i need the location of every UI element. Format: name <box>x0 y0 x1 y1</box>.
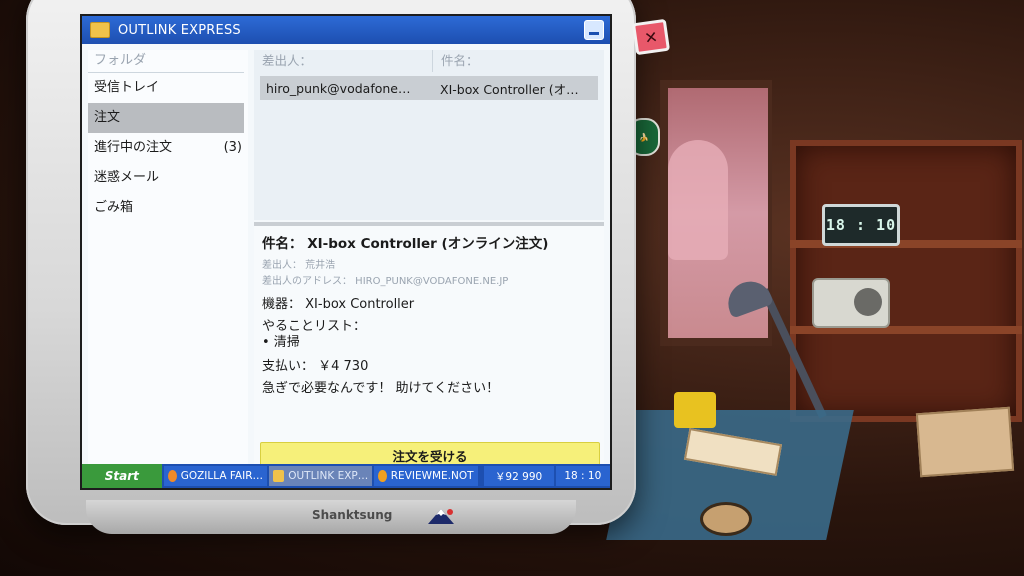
folder-sidebar: フォルダ 受信トレイ 注文 進行中の注文 (3) 迷惑メール ごみ箱 <box>88 50 248 464</box>
message-payment: 支払い： ￥4 730 <box>262 359 369 374</box>
message-todo-item: • 清掃 <box>262 335 300 350</box>
sidebar-item-count: (3) <box>223 140 242 155</box>
column-sender[interactable]: 差出人： <box>254 50 433 72</box>
window-title: OUTLINK EXPRESS <box>118 22 241 38</box>
task-gozilla[interactable]: GOZILLA FAIR… <box>163 466 267 486</box>
message-plea: 急ぎで必要なんです！ 助けてください！ <box>262 381 500 396</box>
message-address: 差出人のアドレス： HIRO_PUNK@VODAFONE.NE.JP <box>262 276 509 287</box>
message-body: 機器： XI-box Controller やることリスト： • 清掃 支払い：… <box>262 294 499 400</box>
message-device: 機器： XI-box Controller <box>262 297 415 312</box>
sidebar-item-inbox[interactable]: 受信トレイ <box>88 73 244 103</box>
sidebar-item-label: ごみ箱 <box>94 200 134 215</box>
task-outlink[interactable]: OUTLINK EXP… <box>269 466 373 486</box>
task-label: REVIEWME.NOT <box>390 470 474 482</box>
minimize-button[interactable] <box>584 20 604 40</box>
sidebar-item-label: 注文 <box>94 110 121 125</box>
sidebar-item-spam[interactable]: 迷惑メール <box>88 163 244 193</box>
folder-icon <box>90 22 110 38</box>
desk-clock: 18 : 10 <box>822 204 900 246</box>
radio[interactable] <box>812 278 890 328</box>
sidebar-item-trash[interactable]: ごみ箱 <box>88 193 244 223</box>
task-label: OUTLINK EXP… <box>288 470 369 482</box>
close-icon[interactable]: ✕ <box>631 18 671 56</box>
row-sender: hiro_punk@vodafone… <box>266 80 411 96</box>
message-list: 差出人： 件名： hiro_punk@vodafone… XI-box Cont… <box>254 50 604 220</box>
message-subject: 件名： XI-box Controller (オンライン注文) <box>262 236 549 252</box>
sidebar-item-in-progress[interactable]: 進行中の注文 (3) <box>88 133 244 163</box>
speaker-icon <box>854 288 882 316</box>
mountain-logo-icon <box>428 509 454 524</box>
browser-icon <box>167 470 177 482</box>
start-button[interactable]: Start <box>82 464 162 488</box>
pencil-cup <box>674 392 716 428</box>
row-subject: XI-box Controller (オ… <box>440 81 579 97</box>
list-item[interactable]: hiro_punk@vodafone… XI-box Controller (オ… <box>260 76 598 100</box>
tree-silhouette <box>668 140 728 260</box>
review-icon <box>378 470 387 482</box>
taskbar-clock: 18 : 10 <box>555 466 610 486</box>
folder-icon <box>273 470 285 482</box>
sidebar-item-label: 進行中の注文 <box>94 140 173 155</box>
sidebar-item-label: 受信トレイ <box>94 80 160 95</box>
sidebar-header: フォルダ <box>88 50 244 73</box>
sidebar-item-orders[interactable]: 注文 <box>88 103 244 133</box>
list-header: 差出人： 件名： <box>254 50 604 72</box>
taskbar: Start GOZILLA FAIR… OUTLINK EXP… REVIEWM… <box>82 464 610 488</box>
sidebar-item-label: 迷惑メール <box>94 170 160 185</box>
screen: OUTLINK EXPRESS フォルダ 受信トレイ 注文 進行中の注文 (3)… <box>80 14 612 490</box>
magnifier-icon[interactable] <box>700 502 752 536</box>
task-reviewme[interactable]: REVIEWME.NOT <box>374 466 478 486</box>
titlebar: OUTLINK EXPRESS <box>82 16 610 44</box>
message-sender: 差出人： 荒井浩 <box>262 260 336 271</box>
message-view: 件名： XI-box Controller (オンライン注文) 差出人： 荒井浩… <box>254 226 604 468</box>
task-label: GOZILLA FAIR… <box>180 470 263 482</box>
cardboard-box[interactable] <box>915 406 1015 478</box>
monitor-brand: Shanktsung <box>312 508 393 522</box>
column-subject[interactable]: 件名： <box>433 50 479 72</box>
money-display: ￥92 990 <box>483 466 554 486</box>
